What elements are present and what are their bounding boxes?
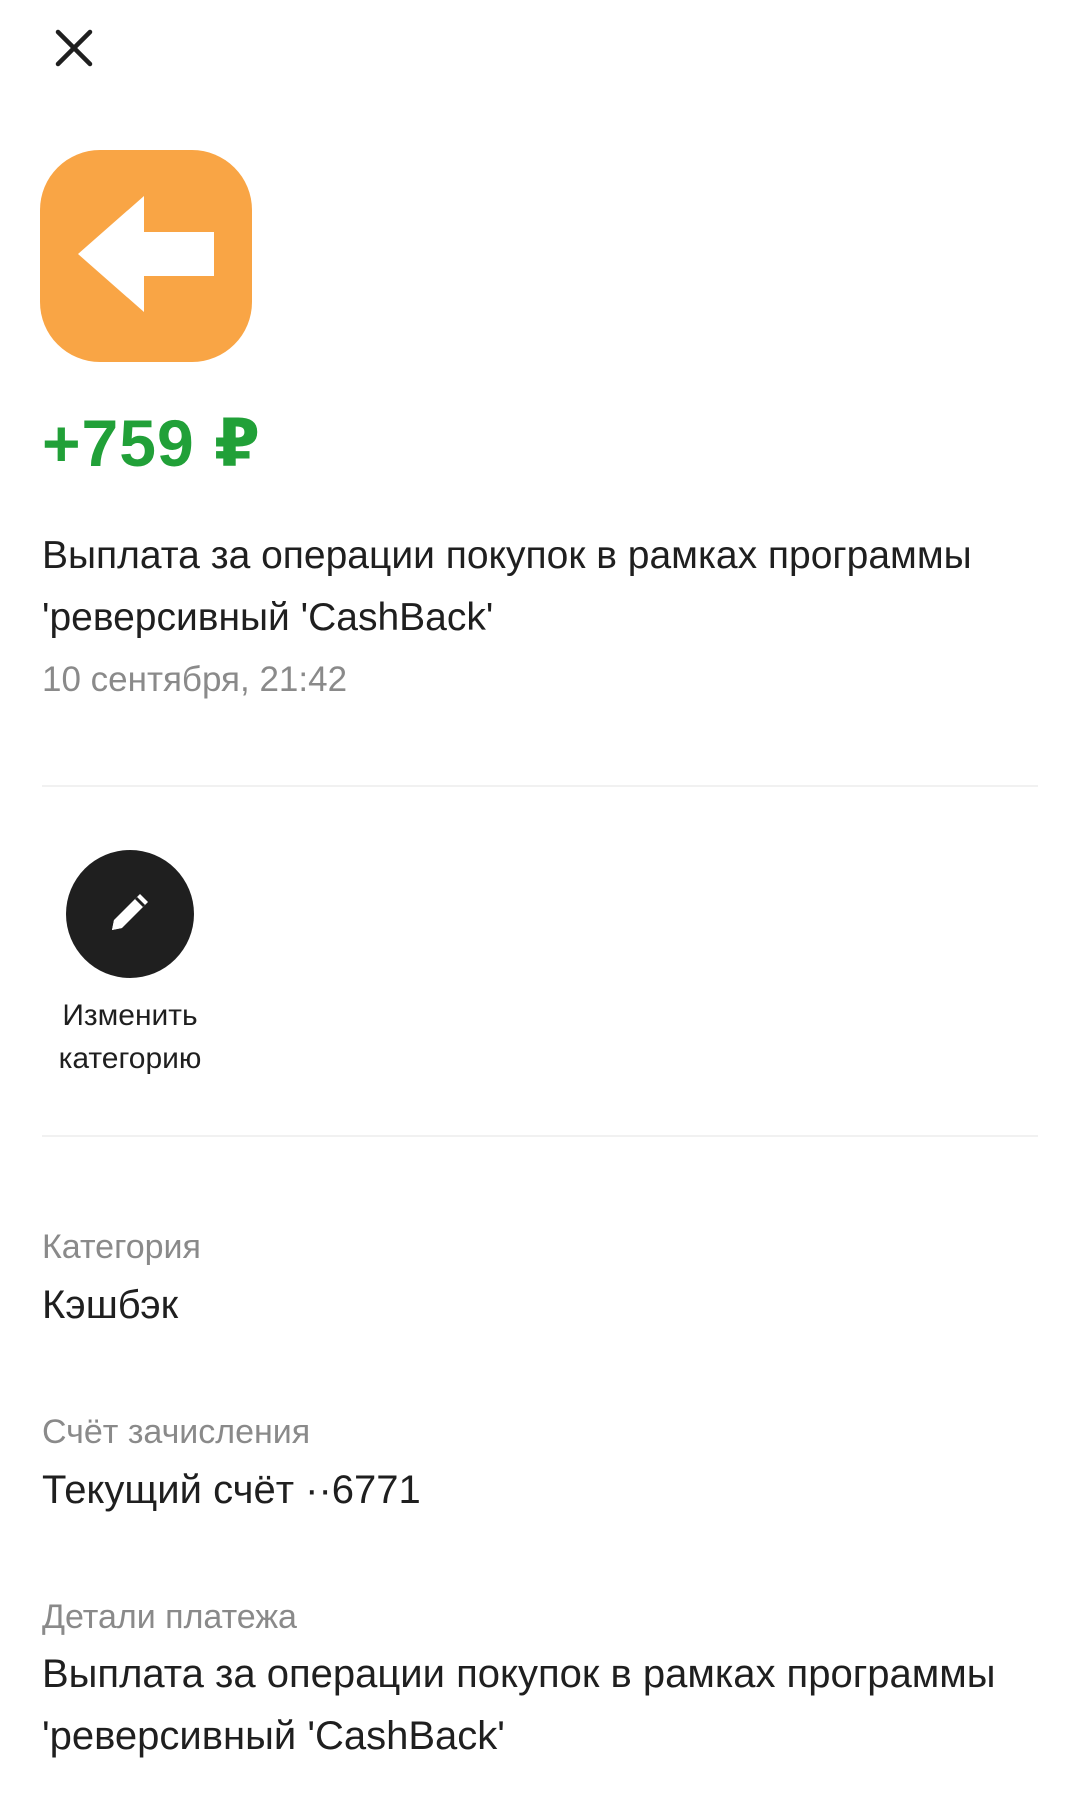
close-button[interactable]: [44, 20, 104, 80]
arrow-left-icon: [76, 194, 216, 319]
change-category-circle[interactable]: [66, 850, 194, 978]
pencil-icon: [104, 886, 156, 943]
transaction-type-icon: [40, 150, 252, 362]
payment-details-value: Выплата за операции покупок в рамках про…: [42, 1652, 996, 1758]
change-category-button[interactable]: Изменить категорию: [40, 850, 220, 1080]
category-value: Кэшбэк: [42, 1283, 179, 1327]
transaction-amount: +759 ₽: [42, 406, 261, 480]
transaction-date: 10 сентября, 21:42: [42, 660, 348, 699]
category-label: Категория: [42, 1228, 201, 1266]
payment-details-label: Детали платежа: [42, 1598, 297, 1636]
divider: [42, 785, 1038, 787]
close-icon: [54, 28, 94, 73]
account-value: Текущий счёт ··6771: [42, 1468, 421, 1512]
account-label: Счёт зачисления: [42, 1413, 311, 1451]
divider: [42, 1135, 1038, 1137]
transaction-title: Выплата за операции покупок в рамках про…: [42, 534, 972, 639]
change-category-label: Изменить категорию: [58, 999, 202, 1075]
